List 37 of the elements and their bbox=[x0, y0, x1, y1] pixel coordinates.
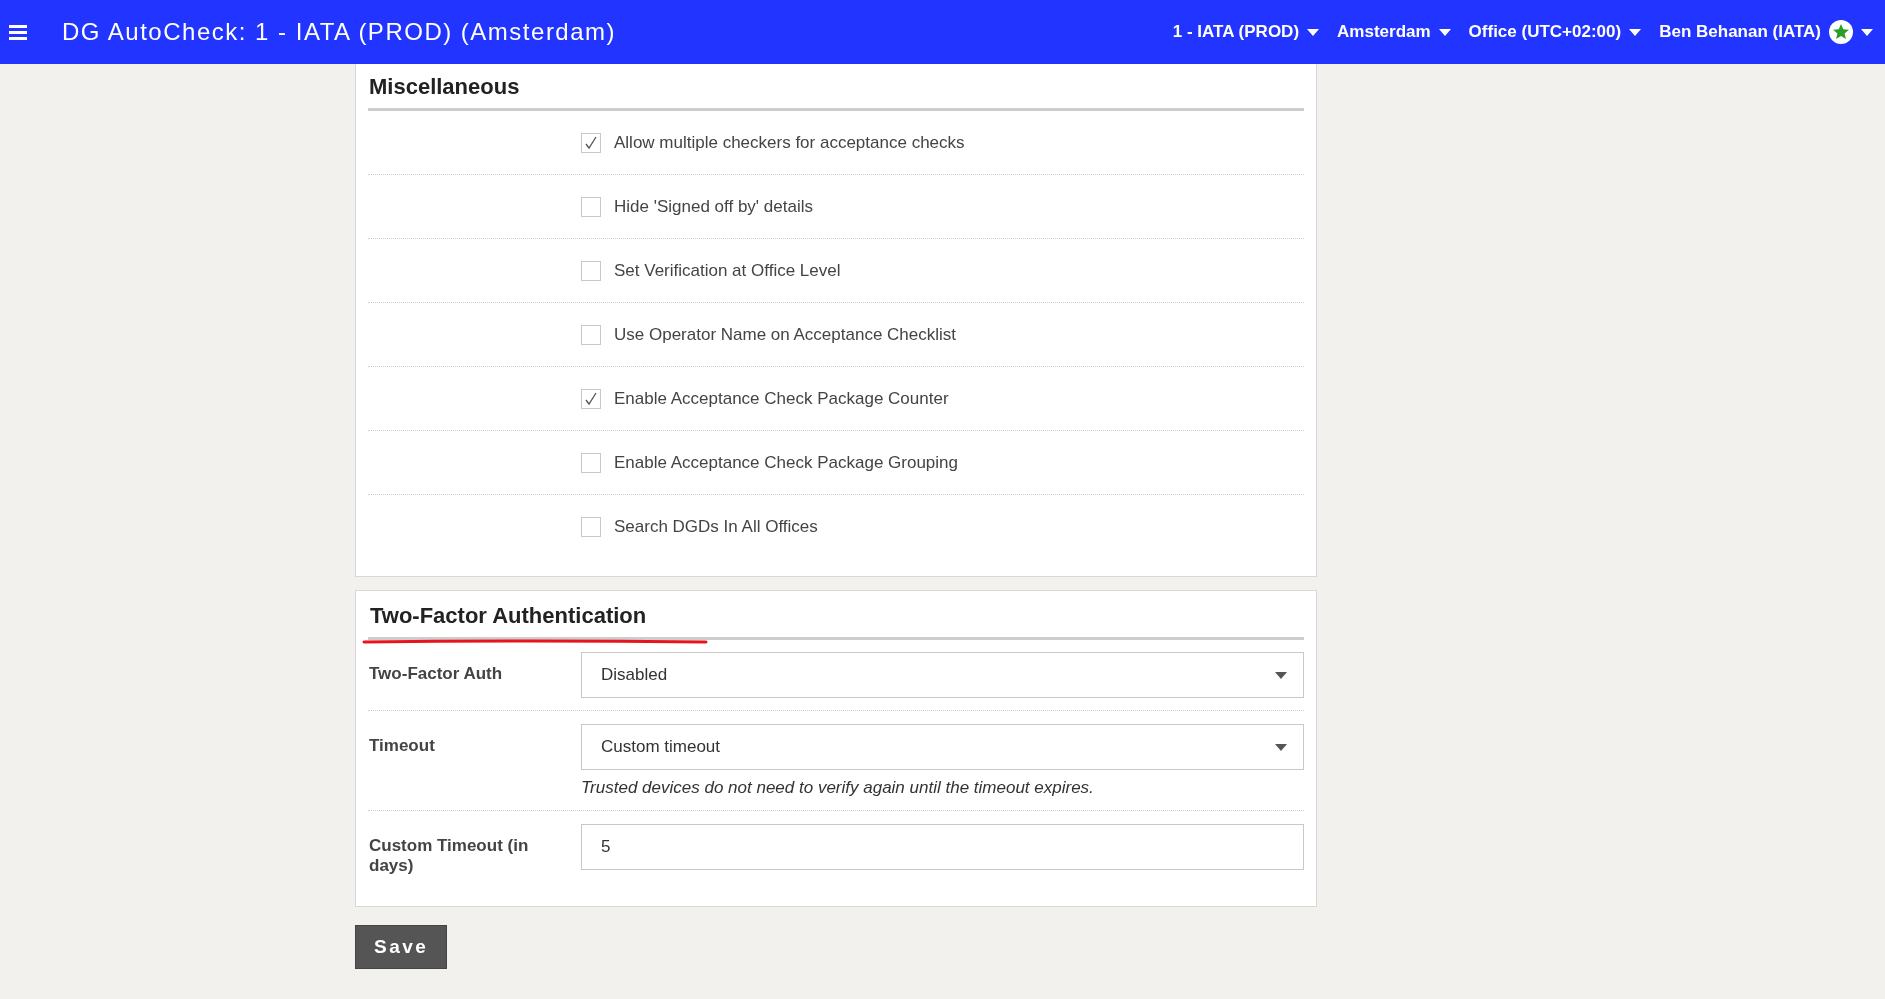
star-badge-icon bbox=[1829, 20, 1853, 44]
help-text: Trusted devices do not need to verify again until the timeout expires. bbox=[581, 778, 1095, 798]
caret-icon bbox=[1275, 743, 1287, 751]
checkbox-label[interactable]: Enable Acceptance Check Package Grouping bbox=[614, 452, 958, 473]
caret-icon bbox=[1275, 671, 1287, 679]
checkbox-label[interactable]: Search DGDs In All Offices bbox=[614, 516, 818, 537]
checkbox-label[interactable]: Use Operator Name on Acceptance Checklist bbox=[614, 324, 957, 345]
dropdown-field[interactable]: Custom timeout bbox=[581, 724, 1304, 770]
checkbox[interactable] bbox=[581, 452, 601, 473]
checkbox[interactable] bbox=[581, 260, 601, 281]
checkbox-label[interactable]: Enable Acceptance Check Package Counter bbox=[614, 388, 949, 409]
dropdown-field[interactable]: Disabled bbox=[581, 652, 1304, 698]
section-title: Two-Factor Authentication bbox=[369, 602, 648, 630]
caret-icon bbox=[1629, 28, 1642, 36]
checkbox[interactable] bbox=[581, 324, 601, 345]
input-field[interactable]: 5 bbox=[581, 824, 1304, 870]
checkbox-label[interactable]: Hide 'Signed off by' details bbox=[614, 196, 813, 217]
caret-icon bbox=[1307, 28, 1320, 36]
header-dropdown[interactable]: Office (UTC+02:00) bbox=[1466, 18, 1644, 46]
menu-icon[interactable] bbox=[8, 23, 28, 41]
header-dropdown[interactable]: Amsterdam bbox=[1335, 18, 1453, 46]
caret-icon bbox=[1861, 28, 1873, 36]
header-dropdown[interactable]: Ben Behanan (IATA) bbox=[1657, 16, 1875, 48]
checkbox-label[interactable]: Allow multiple checkers for acceptance checks bbox=[614, 132, 965, 153]
field-label: Two-Factor Auth bbox=[368, 663, 504, 684]
checkbox-label[interactable]: Set Verification at Office Level bbox=[614, 260, 841, 281]
checkbox[interactable] bbox=[581, 388, 601, 409]
field-label: Timeout bbox=[368, 735, 436, 756]
save-button[interactable]: Save bbox=[355, 925, 448, 969]
field-label: Custom Timeout (in days) bbox=[368, 835, 530, 876]
app-title: DG AutoCheck: 1 - IATA (PROD) (Amsterdam) bbox=[62, 18, 618, 46]
section-title: Miscellaneous bbox=[368, 73, 521, 101]
header-dropdown[interactable]: 1 - IATA (PROD) bbox=[1170, 18, 1322, 46]
checkbox[interactable] bbox=[581, 196, 601, 217]
caret-icon bbox=[1438, 28, 1451, 36]
checkbox[interactable] bbox=[581, 132, 601, 153]
checkbox[interactable] bbox=[581, 516, 601, 537]
